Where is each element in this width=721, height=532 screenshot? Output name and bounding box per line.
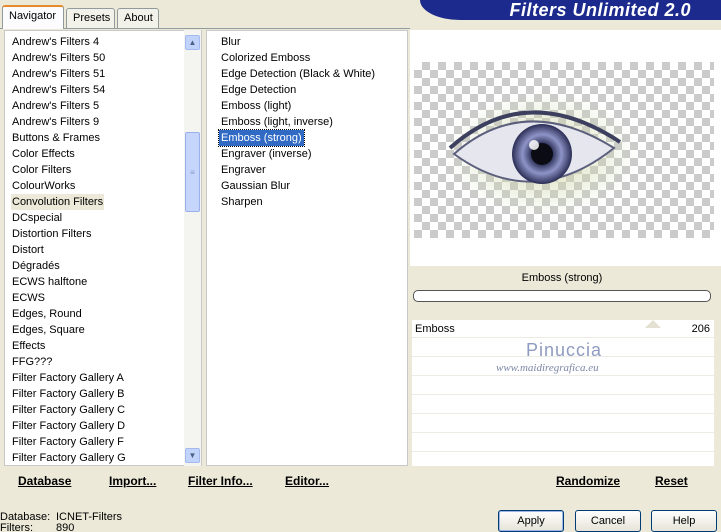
slider-empty (412, 415, 714, 433)
eye-image (446, 92, 638, 216)
category-item[interactable]: Filter Factory Gallery F (11, 434, 125, 450)
scroll-thumb[interactable]: ≡ (185, 132, 200, 212)
category-item[interactable]: Color Effects (11, 146, 76, 162)
filters-label: Filters: (0, 522, 33, 532)
category-item[interactable]: Dégradés (11, 258, 61, 274)
slider-empty (412, 434, 714, 452)
filter-item[interactable]: Engraver (inverse) (219, 146, 313, 162)
chevron-down-icon: ▼ (188, 451, 197, 460)
category-item[interactable]: Convolution Filters (11, 194, 105, 210)
progress-bar (413, 290, 711, 302)
category-item[interactable]: Distort (11, 242, 45, 258)
category-item[interactable]: Filter Factory Gallery G (11, 450, 127, 465)
watermark-name: Pinuccia (526, 340, 603, 360)
category-item[interactable]: ECWS halftone (11, 274, 88, 290)
scroll-up-button[interactable]: ▲ (185, 35, 200, 50)
filter-info-button[interactable]: Filter Info... (188, 474, 253, 488)
filter-item[interactable]: Blur (219, 34, 243, 50)
category-list[interactable]: Andrew's Filters 4 Andrew's Filters 50 And… (4, 30, 202, 466)
category-item[interactable]: Andrew's Filters 4 (11, 34, 100, 50)
chevron-up-icon: ▲ (188, 38, 197, 47)
category-item[interactable]: Filter Factory Gallery D (11, 418, 126, 434)
category-item[interactable]: Andrew's Filters 9 (11, 114, 100, 130)
category-item[interactable]: Filter Factory Gallery C (11, 402, 126, 418)
slider-empty (412, 377, 714, 395)
category-item[interactable]: Andrew's Filters 51 (11, 66, 106, 82)
category-item[interactable]: Andrew's Filters 50 (11, 50, 106, 66)
slider-empty (412, 453, 714, 471)
category-item[interactable]: Edges, Square (11, 322, 86, 338)
category-item[interactable]: Effects (11, 338, 46, 354)
slider-empty (412, 396, 714, 414)
slider-value: 206 (691, 323, 710, 335)
filter-list[interactable]: Blur Colorized Emboss Edge Detection (Blac… (206, 30, 408, 466)
slider-label: Emboss (415, 323, 455, 335)
category-item[interactable]: FFG??? (11, 354, 53, 370)
filter-item[interactable]: Emboss (light, inverse) (219, 114, 335, 130)
filter-item[interactable]: Gaussian Blur (219, 178, 292, 194)
scroll-down-button[interactable]: ▼ (185, 448, 200, 463)
watermark-url: www.maidiregrafica.eu (496, 362, 599, 374)
apply-button[interactable]: Apply (498, 510, 564, 532)
category-item[interactable]: ECWS (11, 290, 46, 306)
randomize-button[interactable]: Randomize (556, 474, 620, 488)
title-banner: Filters Unlimited 2.0 (420, 0, 721, 20)
filter-item[interactable]: Edge Detection (219, 82, 298, 98)
category-scrollbar[interactable]: ▲ ≡ ▼ (184, 30, 201, 466)
category-item[interactable]: Filter Factory Gallery B (11, 386, 125, 402)
category-item[interactable]: Distortion Filters (11, 226, 92, 242)
filter-item[interactable]: Edge Detection (Black & White) (219, 66, 377, 82)
editor-button[interactable]: Editor... (285, 474, 329, 488)
filter-item[interactable]: Sharpen (219, 194, 265, 210)
preview-image (414, 62, 714, 238)
slider-emboss[interactable]: Emboss 206 (412, 320, 714, 338)
category-item[interactable]: Color Filters (11, 162, 72, 178)
slider-thumb[interactable] (645, 320, 661, 328)
cancel-button[interactable]: Cancel (575, 510, 641, 532)
category-item[interactable]: ColourWorks (11, 178, 76, 194)
selected-filter-name: Emboss (strong) (521, 272, 603, 284)
preview-panel (410, 30, 721, 266)
import-button[interactable]: Import... (109, 474, 156, 488)
slider-panel: Emboss 206 Pinuccia www.maidiregrafica.e… (412, 320, 714, 466)
category-item[interactable]: DCspecial (11, 210, 63, 226)
tab-presets[interactable]: Presets (66, 8, 115, 28)
category-item[interactable]: Buttons & Frames (11, 130, 101, 146)
reset-button[interactable]: Reset (655, 474, 688, 488)
grip-icon: ≡ (190, 167, 195, 177)
filter-item[interactable]: Emboss (light) (219, 98, 293, 114)
filter-item[interactable]: Engraver (219, 162, 268, 178)
tab-navigator[interactable]: Navigator (2, 5, 64, 29)
category-item[interactable]: Filter Factory Gallery A (11, 370, 125, 386)
tab-about[interactable]: About (117, 8, 159, 28)
filter-item[interactable]: Emboss (strong) (218, 129, 305, 147)
category-item[interactable]: Andrew's Filters 5 (11, 98, 100, 114)
help-button[interactable]: Help (651, 510, 717, 532)
category-item[interactable]: Edges, Round (11, 306, 83, 322)
filter-item[interactable]: Colorized Emboss (219, 50, 312, 66)
category-item[interactable]: Andrew's Filters 54 (11, 82, 106, 98)
app-title: Filters Unlimited 2.0 (509, 0, 691, 20)
filters-value: 890 (56, 522, 75, 532)
database-button[interactable]: Database (18, 474, 71, 488)
